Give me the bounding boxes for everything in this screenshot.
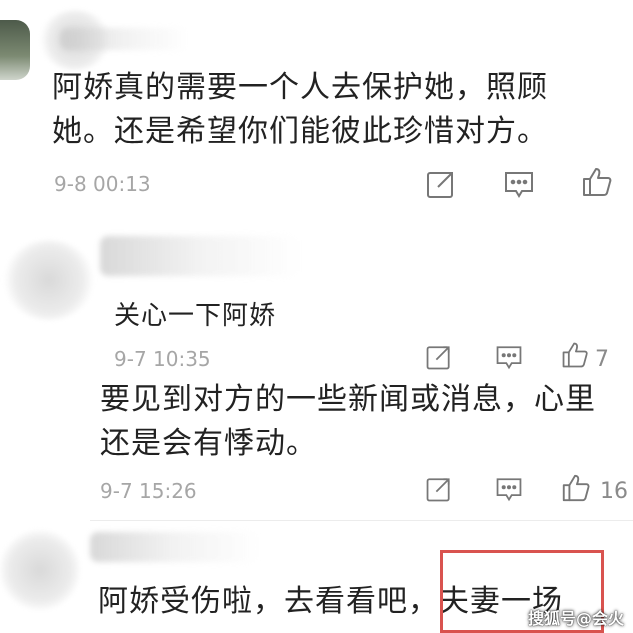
comment-text-line: 阿娇真的需要一个人去保护她，照顾 bbox=[52, 70, 548, 105]
comment-text-line: 还是会有悸动。 bbox=[100, 426, 317, 461]
thumbs-up-icon[interactable] bbox=[560, 340, 590, 370]
comment-text-line: 她。还是希望你们能彼此珍惜对方。 bbox=[52, 114, 548, 149]
comment-feed: 阿娇真的需要一个人去保护她，照顾 她。还是希望你们能彼此珍惜对方。 9-8 00… bbox=[0, 0, 633, 633]
username-blurred bbox=[60, 28, 190, 50]
watermark: 搜狐号@会火 bbox=[528, 609, 625, 628]
username-blurred bbox=[100, 236, 300, 276]
username-blurred bbox=[90, 532, 260, 562]
thumbs-up-icon[interactable] bbox=[560, 472, 592, 504]
like-count: 16 bbox=[600, 479, 628, 504]
comment-text-line: 要见到对方的一些新闻或消息，心里 bbox=[100, 382, 596, 417]
timestamp: 9-7 15:26 bbox=[100, 479, 197, 503]
thumbs-up-icon[interactable] bbox=[580, 165, 614, 199]
quoted-reply-text: 关心一下阿娇 bbox=[114, 301, 277, 331]
edit-icon[interactable] bbox=[424, 342, 454, 372]
divider bbox=[90, 520, 633, 521]
avatar-blurred[interactable] bbox=[4, 240, 94, 320]
edit-icon[interactable] bbox=[424, 167, 458, 201]
comment-icon[interactable] bbox=[494, 342, 524, 372]
timestamp: 9-7 10:35 bbox=[114, 347, 211, 371]
avatar-blurred[interactable] bbox=[0, 530, 80, 610]
comment-icon[interactable] bbox=[494, 474, 524, 504]
edit-icon[interactable] bbox=[424, 474, 454, 504]
like-count: 7 bbox=[595, 347, 609, 372]
timestamp: 9-8 00:13 bbox=[54, 172, 151, 196]
comment-icon[interactable] bbox=[502, 167, 536, 201]
avatar[interactable] bbox=[0, 20, 30, 80]
comment-text-segment: 阿娇受伤啦，去看看吧， bbox=[98, 584, 439, 619]
